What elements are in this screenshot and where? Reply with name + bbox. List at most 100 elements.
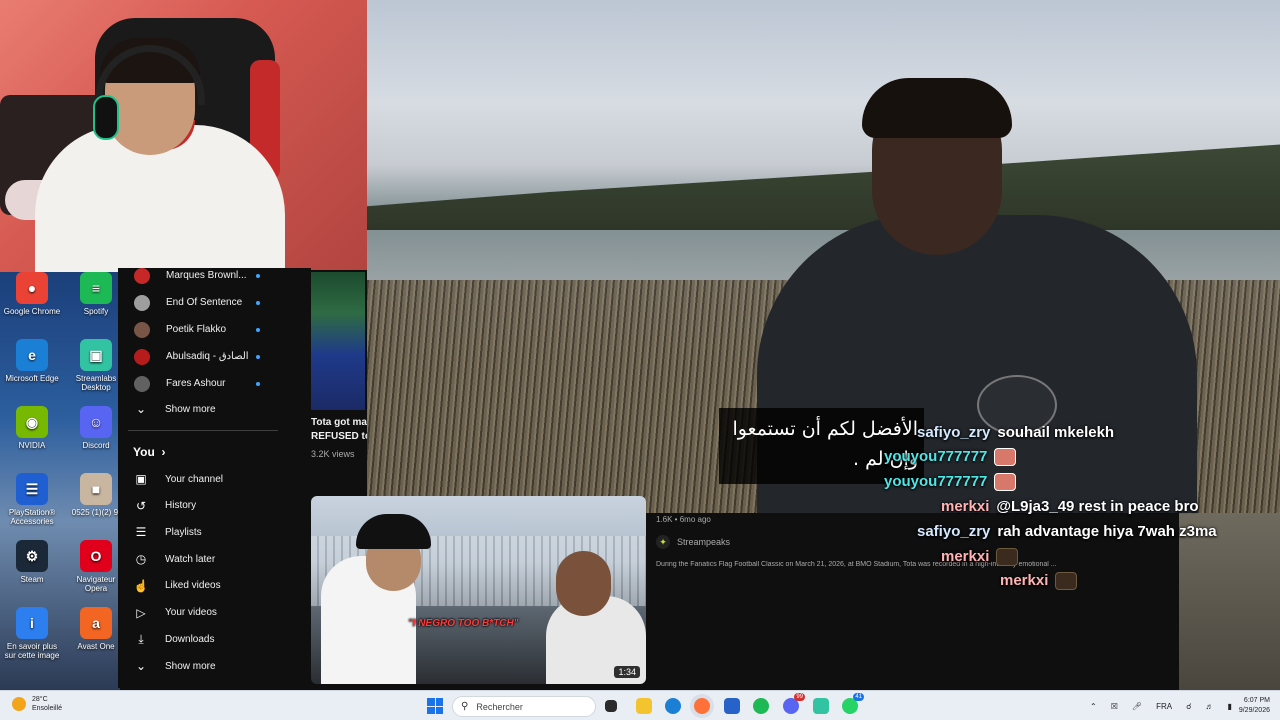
network-off-icon[interactable]: ☒	[1111, 702, 1118, 711]
thumbnail-cap	[356, 514, 431, 549]
desktop-icon-label: Google Chrome	[3, 307, 61, 316]
subscription-item[interactable]: Fares Ashour	[118, 370, 311, 397]
chat-message: safiyo_zry souhail mkelekh	[917, 424, 1114, 441]
battery-icon[interactable]: ▮	[1227, 702, 1231, 711]
sidebar-item[interactable]: ☰ Playlists	[118, 519, 311, 545]
sidebar-item-label: Playlists	[165, 526, 202, 538]
desktop-icon[interactable]: ☰ PlayStation® Accessories	[2, 473, 62, 526]
chat-username[interactable]: youyou777777	[884, 448, 987, 465]
language-indicator[interactable]: FRA	[1156, 702, 1172, 711]
show-more-subscriptions[interactable]: ⌄ Show more	[118, 396, 311, 422]
show-more-you[interactable]: ⌄ Show more	[118, 653, 311, 679]
chat-message: safiyo_zry rah advantage hiya 7wah z3ma	[917, 523, 1217, 540]
new-content-dot	[256, 354, 260, 359]
chat-username[interactable]: merkxi	[1000, 572, 1048, 589]
sidebar-item[interactable]: ↺ History	[118, 493, 311, 519]
desktop-icon[interactable]: O Navigateur Opera	[66, 540, 126, 593]
headset-earcup	[93, 95, 119, 140]
sidebar-item-label: History	[165, 500, 197, 512]
desktop-icon[interactable]: ■ 0525 (1)(2) 9:	[66, 473, 126, 517]
app-icon: i	[16, 607, 48, 639]
desktop-icon[interactable]: ☺ Discord	[66, 406, 126, 450]
subscription-item[interactable]: Poetik Flakko	[118, 316, 311, 343]
video-title-small[interactable]: Tota got ma REFUSED to	[311, 416, 367, 444]
chevron-up-icon[interactable]: ⌃	[1090, 702, 1097, 711]
app-icon: ☰	[16, 473, 48, 505]
discord-badge: 99	[794, 693, 805, 701]
subscription-item[interactable]: Marques Brownl...	[118, 262, 311, 289]
wifi-icon[interactable]: ☌	[1186, 702, 1191, 711]
weather-widget[interactable]: 28°C Ensoleillé	[12, 695, 62, 713]
app-icon: O	[80, 540, 112, 572]
chat-username[interactable]: safiyo_zry	[917, 523, 990, 540]
desktop-icon[interactable]: ◉ NVIDIA	[2, 406, 62, 450]
desktop-icon[interactable]: a Avast One	[66, 607, 126, 651]
subscription-item[interactable]: End Of Sentence	[118, 289, 311, 316]
discord-icon[interactable]: 99	[783, 693, 805, 714]
windows-start-icon[interactable]	[427, 698, 443, 714]
sidebar-item[interactable]: ▣ Your channel	[118, 466, 311, 492]
spotify-icon[interactable]	[753, 698, 769, 714]
chat-emote	[1055, 572, 1078, 591]
sidebar-item-label: Liked videos	[165, 580, 221, 592]
store-icon[interactable]	[724, 698, 740, 714]
chevron-down-icon: ⌄	[135, 402, 147, 416]
you-section-title[interactable]: You ›	[133, 445, 165, 459]
avatar	[134, 267, 150, 284]
chat-username[interactable]: merkxi	[941, 498, 989, 515]
chat-message: youyou777777	[884, 473, 1017, 492]
subscription-item[interactable]: Abulsadiq - الصادق	[118, 343, 311, 370]
playlists-icon: ☰	[135, 525, 147, 540]
new-content-dot	[256, 273, 260, 278]
chevron-down-icon: ⌄	[135, 659, 147, 673]
desktop-icon[interactable]: ● Google Chrome	[2, 272, 62, 316]
app-icon: ≡	[80, 272, 112, 304]
video-thumbnail-small[interactable]	[311, 272, 365, 410]
treeline	[367, 144, 1280, 230]
avatar	[134, 375, 150, 392]
video-title-line-1: Tota got ma	[311, 417, 367, 428]
sidebar-item-label: Your channel	[165, 473, 224, 485]
youtube-sidebar: Marques Brownl... End Of Sentence Poetik F…	[118, 267, 311, 688]
app-icon: ◉	[16, 406, 48, 438]
weather-condition: Ensoleillé	[32, 705, 62, 712]
desktop-icon[interactable]: ⚙ Steam	[2, 540, 62, 584]
microphone-icon[interactable]: 🎤︎	[1132, 702, 1142, 711]
channel-row[interactable]: ✦ Streampeaks	[656, 535, 730, 549]
clock-icon: ◷	[135, 552, 147, 567]
whatsapp-icon[interactable]: 41	[842, 693, 864, 714]
subscription-name: End Of Sentence	[166, 297, 243, 308]
firefox-icon[interactable]	[694, 698, 710, 714]
sidebar-item[interactable]: ⤓ Downloads	[118, 626, 311, 652]
chat-username[interactable]: youyou777777	[884, 473, 987, 490]
desktop-icon-label: Microsoft Edge	[5, 374, 59, 383]
sidebar-item[interactable]: ◷ Watch later	[118, 546, 311, 572]
sun-icon	[12, 697, 26, 711]
chat-username[interactable]: safiyo_zry	[917, 424, 990, 441]
chat-username[interactable]: merkxi	[941, 548, 989, 565]
taskbar-search[interactable]: ⚲ Rechercher	[452, 696, 596, 717]
task-view-icon[interactable]	[605, 700, 617, 712]
show-more-label: Show more	[165, 403, 216, 415]
video-title-line-2: REFUSED to	[311, 431, 367, 442]
file-explorer-icon[interactable]	[636, 698, 652, 714]
desktop-icon[interactable]: ▣ Streamlabs Desktop	[66, 339, 126, 392]
sidebar-item[interactable]: ☝ Liked videos	[118, 573, 311, 599]
chat-message: merkxi	[1000, 572, 1078, 591]
desktop-icon-label: Navigateur Opera	[76, 575, 116, 593]
desktop-icon[interactable]: i En savoir plus sur cette image	[2, 607, 62, 660]
video-thumbnail-large[interactable]: "I NEGRO TOO B*TCH" 1:34	[311, 496, 646, 684]
streamlabs-icon[interactable]	[813, 698, 829, 714]
subtitle-line-1: الأفضل لكم أن تستمعوا	[732, 418, 918, 440]
avatar	[134, 321, 150, 338]
desktop-icon-label: PlayStation® Accessories	[8, 508, 56, 526]
edge-icon[interactable]	[665, 698, 681, 714]
clock[interactable]: 6:07 PM 9/29/2026	[1239, 696, 1270, 716]
volume-icon[interactable]: ♬	[1205, 702, 1213, 711]
chat-emote	[996, 548, 1019, 567]
desktop-icon[interactable]: ≡ Spotify	[66, 272, 126, 316]
sidebar-item[interactable]: ▷ Your videos	[118, 600, 311, 626]
desktop-icon-label: NVIDIA	[18, 441, 46, 450]
speaker-hair	[862, 78, 1012, 138]
desktop-icon[interactable]: e Microsoft Edge	[2, 339, 62, 383]
